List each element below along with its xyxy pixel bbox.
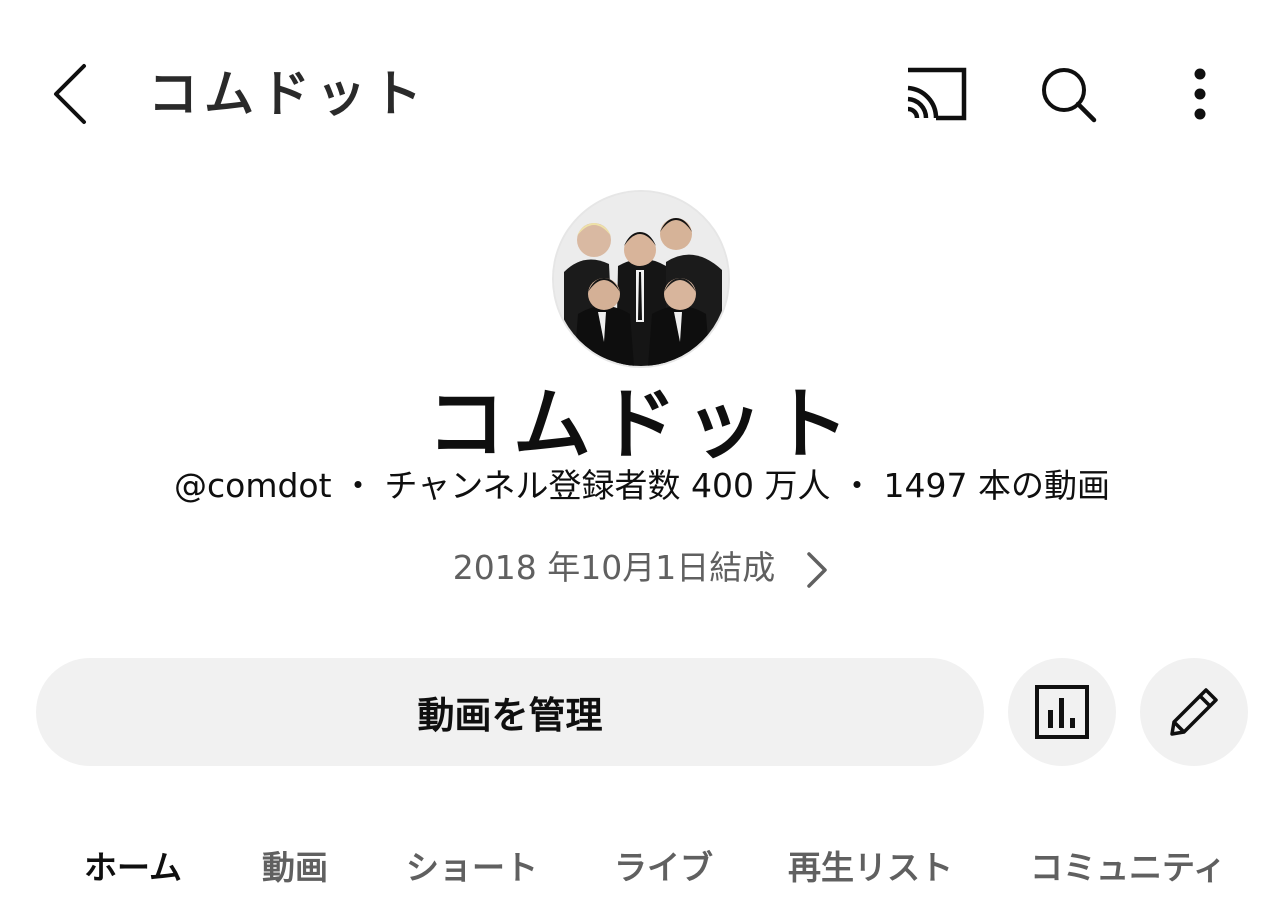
- more-vertical-icon: [1194, 68, 1206, 120]
- channel-tabs: ホーム 動画 ショート ライブ 再生リスト コミュニティ: [0, 836, 1284, 900]
- chevron-left-icon: [54, 64, 86, 124]
- founded-date: 2018 年10月1日結成: [452, 548, 776, 587]
- channel-avatar[interactable]: [554, 192, 728, 366]
- back-button[interactable]: [40, 58, 104, 130]
- avatar-image: [554, 192, 728, 366]
- tab-videos[interactable]: 動画: [262, 836, 328, 900]
- tab-live[interactable]: ライブ: [614, 836, 713, 900]
- search-button[interactable]: [1032, 60, 1104, 128]
- page-title: コムドット: [148, 65, 428, 123]
- analytics-button[interactable]: [1008, 658, 1116, 766]
- tab-playlists[interactable]: 再生リスト: [788, 836, 953, 900]
- channel-handle: @comdot: [173, 466, 332, 505]
- separator: ・: [840, 466, 874, 505]
- search-icon: [1042, 68, 1097, 123]
- channel-page: コムドット コムドット @comdot ・ チャンネル登録者数 400 万人 ・…: [0, 0, 1284, 913]
- tab-community[interactable]: コミュニティ: [1030, 836, 1226, 900]
- cast-icon: [907, 67, 967, 121]
- channel-name: コムドット: [426, 380, 857, 470]
- separator: ・: [341, 466, 375, 505]
- manage-videos-button[interactable]: 動画を管理: [36, 658, 984, 766]
- tab-home[interactable]: ホーム: [84, 836, 182, 900]
- subscriber-count: チャンネル登録者数 400 万人: [384, 466, 831, 505]
- pencil-icon: [1170, 688, 1218, 736]
- cast-button[interactable]: [896, 62, 976, 126]
- chevron-right-icon: [807, 551, 827, 588]
- edit-channel-button[interactable]: [1140, 658, 1248, 766]
- video-count: 1497 本の動画: [883, 466, 1111, 505]
- analytics-icon: [1035, 685, 1089, 739]
- channel-about-link[interactable]: 2018 年10月1日結成: [0, 544, 1284, 592]
- channel-meta: @comdot ・チャンネル登録者数 400 万人・ 1497 本の動画: [0, 464, 1284, 508]
- more-button[interactable]: [1174, 60, 1226, 128]
- tab-shorts[interactable]: ショート: [406, 836, 538, 900]
